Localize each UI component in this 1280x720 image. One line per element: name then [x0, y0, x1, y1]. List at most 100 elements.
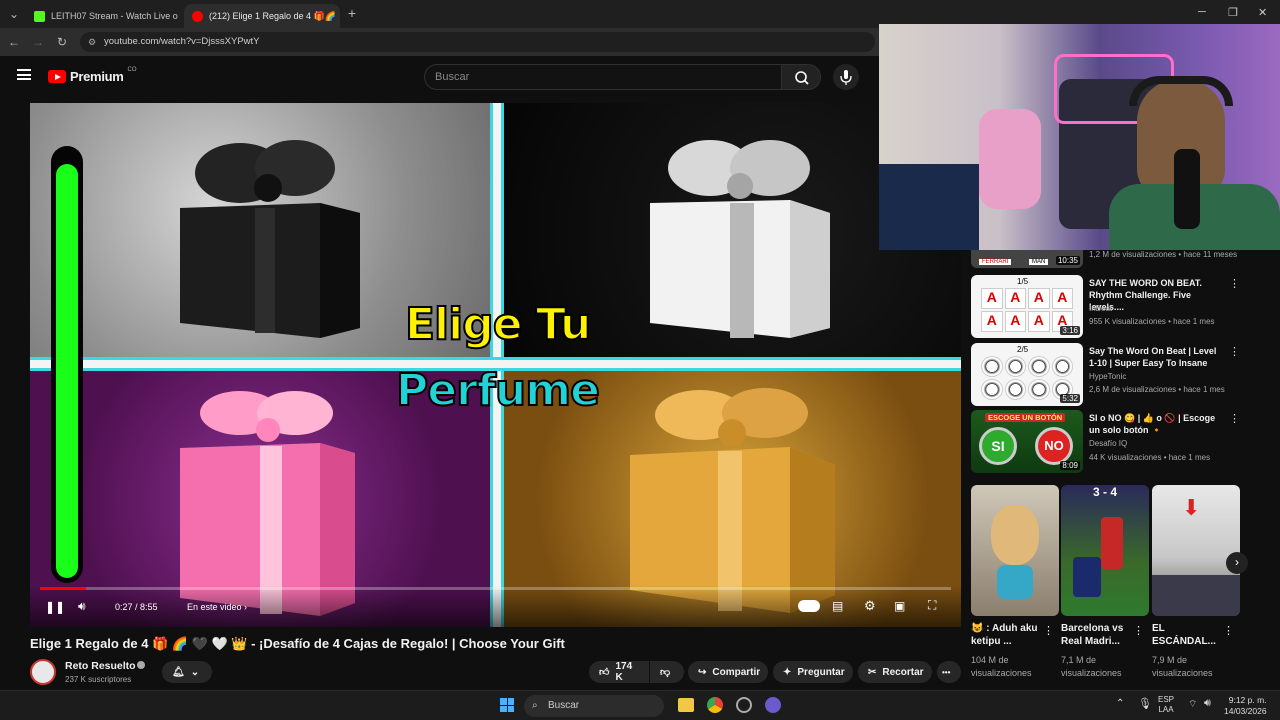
app-icon[interactable]: [736, 697, 752, 713]
more-options-icon[interactable]: ⋮: [1043, 624, 1054, 637]
app-icon[interactable]: [765, 697, 781, 713]
recommended-item[interactable]: ESCOGE UN BOTÓN SI NO 8:09 SI o NO 😋 | 👍…: [971, 410, 1241, 474]
microphone-icon[interactable]: 🎙︎: [1138, 697, 1152, 710]
pause-icon[interactable]: ❚❚: [45, 600, 65, 614]
more-options-icon[interactable]: ⋮: [1229, 277, 1240, 290]
file-explorer-icon[interactable]: [678, 698, 694, 712]
like-button[interactable]: 👍︎ 174 K: [589, 661, 649, 683]
network-icon[interactable]: ⌔: [1188, 698, 1197, 711]
chevron-right-icon[interactable]: ›: [1226, 552, 1248, 574]
back-icon[interactable]: ←: [6, 34, 22, 50]
video-player[interactable]: Elige Tu Perfume ❚❚ 🔊︎ 0:27 / 8:55 En es…: [30, 103, 961, 627]
keyboard-label: LAA: [1158, 705, 1174, 714]
video-title: Say The Word On Beat | Level 1-10 | Supe…: [1089, 346, 1217, 368]
youtube-play-logo-icon: [48, 70, 66, 83]
new-tab-button[interactable]: +: [344, 5, 360, 21]
overlay-text-line2: Perfume: [395, 364, 601, 417]
overlay-text-line1: Elige Tu: [404, 298, 592, 351]
tab-youtube-video[interactable]: (212) Elige 1 Regalo de 4 🎁🌈 ✕: [184, 4, 340, 28]
share-button[interactable]: ↪ Compartir: [688, 661, 768, 683]
webcam-overlay: [879, 24, 1280, 250]
chevron-up-icon[interactable]: ⌃: [1116, 698, 1124, 709]
forward-icon[interactable]: →: [30, 34, 46, 50]
share-icon: ↪: [698, 666, 707, 678]
duration-badge: 8:09: [1060, 461, 1080, 470]
minimize-icon[interactable]: ─: [1198, 6, 1206, 18]
more-actions-button[interactable]: •••: [937, 661, 961, 683]
search-input[interactable]: Buscar: [424, 64, 782, 90]
progress-bar-fill: [40, 587, 86, 590]
youtube-header: Premium CO Buscar: [0, 56, 880, 100]
video-title: SI o NO 😋 | 👍 o 🚫 | Escoge un solo botón…: [1089, 413, 1216, 435]
thumbs-up-icon: 👍︎: [599, 667, 610, 678]
video-thumbnail: 1/5 AAAA AAAA 3:16: [971, 275, 1083, 338]
logo-text: Premium: [70, 69, 124, 84]
maximize-icon[interactable]: ❐: [1228, 6, 1238, 19]
shelf-figure: [879, 164, 979, 250]
dislike-button[interactable]: 👎︎: [650, 661, 684, 683]
timer-bar-fill: [56, 164, 78, 578]
match-score: 3 - 4: [1092, 485, 1117, 499]
more-options-icon[interactable]: ⋮: [1133, 624, 1144, 637]
clock-time: 9:12 p. m.: [1228, 695, 1267, 705]
short-thumbnail[interactable]: 3 - 4: [1061, 485, 1149, 616]
microphone-icon: [840, 70, 852, 85]
clip-button[interactable]: ✂ Recortar: [858, 661, 932, 683]
start-button[interactable]: [500, 698, 514, 712]
recommended-item-partial[interactable]: FERRARI MAN 10:35 1,2 M de visualizacion…: [971, 250, 1241, 268]
taskbar-search[interactable]: ⌕ Buscar: [524, 695, 664, 717]
duration-badge: 5:32: [1060, 394, 1080, 403]
subtitles-icon[interactable]: ▤: [832, 599, 843, 613]
progress-bar[interactable]: [40, 587, 951, 590]
close-window-icon[interactable]: ✕: [1258, 6, 1267, 19]
black-gift-icon: [180, 140, 360, 338]
reload-icon[interactable]: ↻: [54, 34, 70, 50]
volume-icon[interactable]: 🔊︎: [78, 599, 86, 614]
more-options-icon[interactable]: ⋮: [1223, 624, 1234, 637]
settings-icon[interactable]: ⚙: [864, 598, 876, 614]
no-button-graphic: NO: [1035, 427, 1073, 465]
duration-badge: 10:35: [1055, 256, 1080, 265]
subscriber-count: 237 K suscriptores: [65, 675, 132, 684]
tab-list-icon[interactable]: ⌄: [6, 6, 22, 22]
cat-figure: [991, 505, 1039, 565]
chapter-button[interactable]: En este video ›: [187, 602, 247, 612]
microphone-figure: [1174, 149, 1200, 229]
tab-kick-stream[interactable]: LEITH07 Stream - Watch Live o ✕: [26, 4, 182, 28]
miniplayer-icon[interactable]: ▣: [894, 599, 905, 613]
channel-avatar[interactable]: [30, 659, 56, 685]
chrome-icon[interactable]: [707, 697, 723, 713]
channel-name[interactable]: Reto Resuelto: [65, 660, 136, 672]
notification-bell-button[interactable]: 🔔︎ ⌄: [162, 661, 212, 683]
short-thumbnail[interactable]: ⬇: [1152, 485, 1240, 616]
recommended-item[interactable]: 1/5 AAAA AAAA 3:16 SAY THE WORD ON BEAT.…: [971, 275, 1241, 339]
recommended-item[interactable]: 2/5 5:32 Say The Word On Beat | Level 1-…: [971, 343, 1241, 407]
search-button[interactable]: [781, 64, 821, 90]
clock-date: 14/03/2026: [1224, 706, 1267, 716]
country-code: CO: [127, 66, 137, 73]
video-thumbnail: FERRARI MAN 10:35: [971, 250, 1083, 268]
language-indicator[interactable]: ESP LAA: [1158, 695, 1174, 715]
channel-name: Desafío IQ: [1089, 439, 1128, 448]
video-title: Elige 1 Regalo de 4 🎁 🌈 🖤 🤍 👑 - ¡Desafío…: [30, 636, 565, 651]
short-meta: 7,1 M de visualizaciones: [1061, 655, 1122, 678]
player-figure: [1101, 517, 1123, 569]
channel-name: HypeTonic: [1089, 372, 1127, 381]
volume-icon[interactable]: 🔊︎: [1204, 697, 1211, 710]
site-info-icon[interactable]: ⚙: [88, 32, 96, 52]
clock[interactable]: 9:12 p. m. 14/03/2026: [1224, 695, 1267, 717]
short-thumbnail[interactable]: [971, 485, 1059, 616]
more-options-icon[interactable]: ⋮: [1229, 412, 1240, 425]
tab-label: (212) Elige 1 Regalo de 4 🎁🌈: [209, 10, 336, 21]
more-options-icon[interactable]: ⋮: [1229, 345, 1240, 358]
fullscreen-icon[interactable]: ⛶: [928, 598, 936, 613]
ask-button[interactable]: ✦ Preguntar: [773, 661, 853, 683]
youtube-logo[interactable]: Premium CO: [48, 66, 137, 84]
address-bar[interactable]: ⚙ youtube.com/watch?v=DjsssXYPwtY: [80, 32, 875, 52]
voice-search-button[interactable]: [833, 64, 859, 90]
autoplay-toggle[interactable]: [798, 600, 820, 612]
youtube-favicon-icon: [192, 10, 203, 22]
menu-icon[interactable]: [17, 69, 31, 80]
video-meta: 44 K visualizaciones • hace 1 mes: [1089, 453, 1211, 462]
chapter-label: En este video: [187, 602, 242, 612]
